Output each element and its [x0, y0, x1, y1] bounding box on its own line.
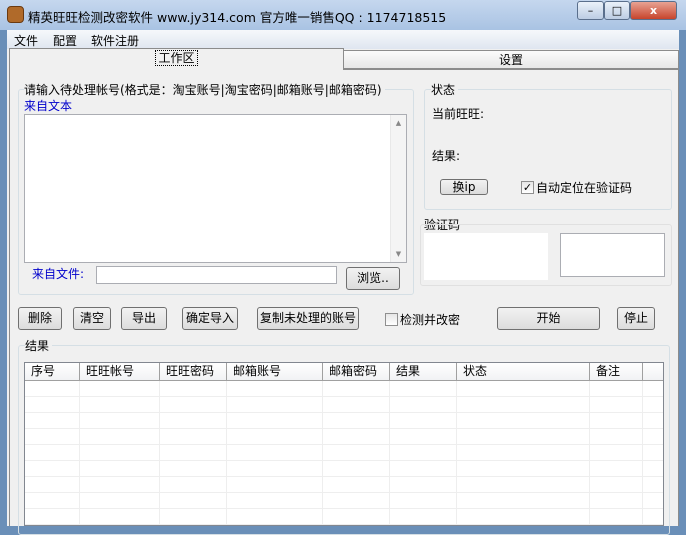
captcha-image [424, 233, 548, 280]
results-table[interactable]: 序号 旺旺帐号 旺旺密码 邮箱账号 邮箱密码 结果 状态 备注 [24, 362, 664, 526]
title-bar[interactable]: 精英旺旺检测改密软件 www.jy314.com 官方唯一销售QQ : 1174… [0, 0, 686, 30]
col-ww-account[interactable]: 旺旺帐号 [80, 363, 160, 381]
col-email-account[interactable]: 邮箱账号 [227, 363, 323, 381]
delete-button[interactable]: 删除 [18, 307, 62, 330]
scroll-down-icon: ▼ [395, 250, 402, 258]
input-group-label: 请输入待处理帐号(格式是：淘宝账号|淘宝密码|邮箱账号|邮箱密码) [24, 81, 385, 98]
current-wangwang-label: 当前旺旺: [432, 107, 485, 121]
tab-workspace[interactable]: 工作区 [9, 48, 344, 70]
maximize-button[interactable]: □ [604, 1, 630, 20]
col-status[interactable]: 状态 [457, 363, 590, 381]
copy-unprocessed-button[interactable]: 复制未处理的账号 [257, 307, 359, 330]
app-bear-icon [7, 6, 24, 23]
confirm-import-button[interactable]: 确定导入 [182, 307, 238, 330]
from-file-label: 来自文件: [32, 267, 85, 281]
auto-locate-label: 自动定位在验证码 [536, 181, 633, 195]
col-ww-password[interactable]: 旺旺密码 [160, 363, 227, 381]
auto-locate-checkbox[interactable]: ✓ [521, 181, 534, 194]
scroll-up-icon: ▲ [395, 119, 402, 127]
col-index[interactable]: 序号 [25, 363, 80, 381]
menu-file[interactable]: 文件 [14, 32, 38, 49]
tab-settings[interactable]: 设置 [343, 50, 679, 69]
captcha-input[interactable] [560, 233, 665, 277]
results-title: 结果 [25, 337, 53, 354]
check-change-checkbox[interactable] [385, 313, 398, 326]
close-button[interactable]: x [630, 1, 677, 20]
col-note[interactable]: 备注 [590, 363, 643, 381]
window-title: 精英旺旺检测改密软件 www.jy314.com 官方唯一销售QQ : 1174… [28, 10, 447, 25]
tab-workspace-label: 工作区 [155, 50, 198, 66]
menu-register[interactable]: 软件注册 [91, 32, 139, 49]
accounts-textarea[interactable]: ▲ ▼ [24, 114, 407, 263]
col-email-password[interactable]: 邮箱密码 [323, 363, 390, 381]
window-border-right [679, 30, 686, 526]
col-filler [643, 363, 663, 381]
minimize-button[interactable]: – [577, 1, 604, 20]
status-result-label: 结果: [432, 149, 461, 163]
change-ip-button[interactable]: 换ip [440, 179, 488, 195]
col-result[interactable]: 结果 [390, 363, 457, 381]
file-path-input[interactable] [96, 266, 337, 284]
from-text-label: 来自文本 [24, 99, 73, 113]
browse-button[interactable]: 浏览.. [346, 267, 400, 290]
clear-button[interactable]: 清空 [73, 307, 111, 330]
status-title: 状态 [431, 81, 459, 98]
start-button[interactable]: 开始 [497, 307, 600, 330]
textarea-scrollbar[interactable]: ▲ ▼ [390, 115, 406, 262]
menu-config[interactable]: 配置 [53, 32, 77, 49]
check-change-label: 检测并改密 [400, 313, 461, 327]
export-button[interactable]: 导出 [121, 307, 167, 330]
table-rows [25, 381, 663, 525]
stop-button[interactable]: 停止 [617, 307, 655, 330]
